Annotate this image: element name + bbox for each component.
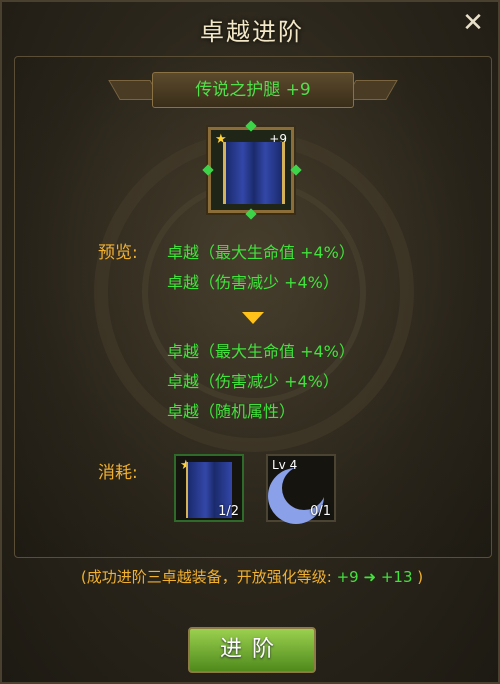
- note-from-level: +9: [336, 568, 359, 586]
- item-name-banner: 传说之护腿 +9: [152, 72, 354, 108]
- dialog-title: 卓越进阶: [200, 18, 304, 46]
- note-suffix: ): [417, 568, 424, 586]
- advance-button[interactable]: 进阶: [188, 627, 316, 673]
- advance-dialog: 卓越进阶 ✕ 传说之护腿 +9 ★ +9 预览: 卓越（最大生命值 +4%） 卓…: [0, 0, 500, 684]
- cost-item-slot[interactable]: ★ 1/2: [174, 454, 244, 522]
- result-line: 卓越（最大生命值 +4%）: [167, 342, 355, 361]
- note-prefix: (成功进阶三卓越装备，开放强化等级:: [80, 568, 332, 586]
- preview-line: 卓越（最大生命值 +4%）: [167, 243, 355, 262]
- close-icon[interactable]: ✕: [458, 8, 488, 38]
- preview-line: 卓越（伤害减少 +4%）: [167, 273, 339, 292]
- item-count: 1/2: [218, 504, 239, 519]
- down-arrow-icon: [242, 312, 264, 324]
- result-line: 卓越（伤害减少 +4%）: [167, 372, 339, 391]
- cost-item-slot[interactable]: Lv 4 0/1: [266, 454, 336, 522]
- advance-note: (成功进阶三卓越装备，开放强化等级: +9 ➜ +13 ): [2, 566, 500, 587]
- preview-label: 预览:: [98, 243, 138, 263]
- blue-leggings-icon: [223, 142, 285, 204]
- item-count: 0/1: [310, 504, 331, 519]
- item-slot[interactable]: ★ +9: [208, 127, 294, 213]
- cost-label: 消耗:: [98, 463, 138, 483]
- right-arrow-icon: ➜: [363, 568, 377, 586]
- note-to-level: +13: [380, 568, 413, 586]
- result-line: 卓越（随机属性）: [167, 402, 296, 421]
